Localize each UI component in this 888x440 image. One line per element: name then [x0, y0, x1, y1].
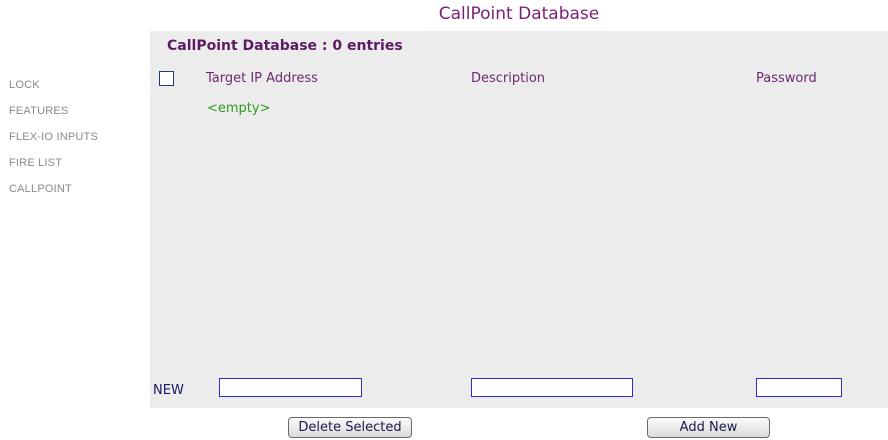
new-description-input[interactable]	[471, 378, 633, 397]
callpoint-table-panel: CallPoint Database : 0 entries Target IP…	[150, 31, 888, 408]
page-title: CallPoint Database	[438, 4, 600, 24]
panel-heading: CallPoint Database : 0 entries	[167, 38, 403, 54]
sidebar-item-features[interactable]: FEATURES	[9, 105, 98, 131]
sidebar-nav: LOCK FEATURES FLEX-IO INPUTS FIRE LIST C…	[9, 79, 98, 209]
new-row-label: NEW	[153, 383, 184, 398]
add-new-button[interactable]: Add New	[647, 417, 770, 438]
delete-selected-button[interactable]: Delete Selected	[288, 417, 412, 438]
column-header-target-ip: Target IP Address	[206, 71, 318, 86]
sidebar-item-flex-io-inputs[interactable]: FLEX-IO INPUTS	[9, 131, 98, 157]
new-password-input[interactable]	[756, 378, 842, 397]
column-header-description: Description	[471, 71, 546, 86]
empty-list-placeholder: <empty>	[207, 101, 271, 116]
sidebar-item-callpoint[interactable]: CALLPOINT	[9, 183, 98, 209]
column-header-password: Password	[756, 71, 817, 86]
new-target-ip-input[interactable]	[219, 378, 362, 397]
select-all-checkbox[interactable]	[159, 71, 174, 86]
sidebar-item-fire-list[interactable]: FIRE LIST	[9, 157, 98, 183]
sidebar-item-lock[interactable]: LOCK	[9, 79, 98, 105]
